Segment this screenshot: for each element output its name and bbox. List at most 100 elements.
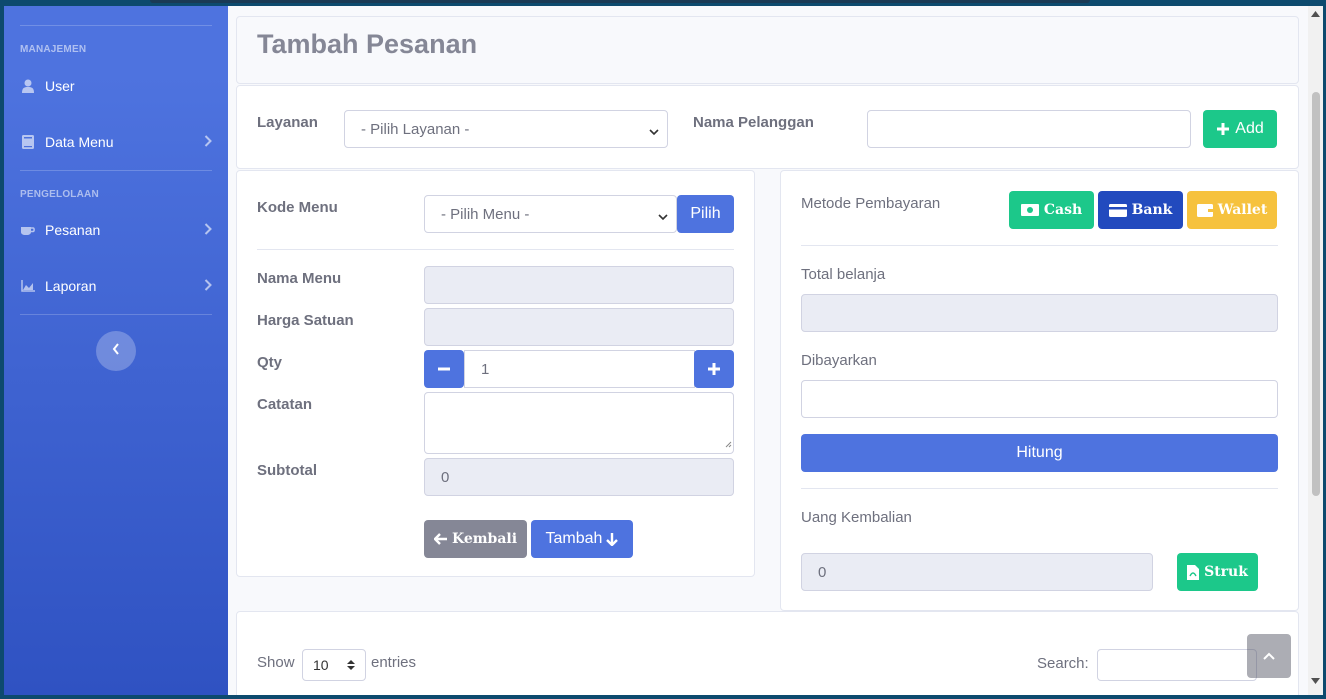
catatan-label: Catatan — [257, 396, 313, 413]
qty-label: Qty — [257, 354, 283, 371]
metode-pembayaran-label: Metode Pembayaran — [801, 195, 941, 212]
nama-pelanggan-input[interactable] — [867, 110, 1191, 148]
book-icon — [20, 135, 36, 149]
sidebar-divider — [20, 314, 212, 315]
chevron-up-icon — [1263, 652, 1275, 660]
chart-area-icon — [20, 280, 36, 292]
uang-kembalian-label: Uang Kembalian — [801, 509, 912, 526]
kode-menu-select-value: - Pilih Menu - — [441, 205, 530, 223]
sidebar-toggle-button[interactable] — [96, 331, 136, 371]
scroll-to-top-button[interactable] — [1247, 634, 1291, 678]
order-info-card: Layanan - Pilih Layanan - Nama Pelanggan… — [236, 85, 1299, 169]
minus-icon — [437, 362, 451, 376]
subtotal-field: 0 — [424, 458, 734, 496]
sidebar-item-user[interactable]: User — [20, 72, 212, 100]
qty-input[interactable]: 1 — [464, 350, 695, 388]
divider — [801, 245, 1278, 246]
catatan-textarea[interactable] — [424, 392, 734, 454]
kode-menu-label: Kode Menu — [257, 199, 338, 216]
cash-button[interactable]: Cash — [1009, 191, 1094, 229]
sidebar-item-data-menu[interactable]: Data Menu — [20, 128, 212, 156]
tambah-button-label: Tambah — [545, 530, 603, 547]
money-bill-icon — [1020, 204, 1039, 216]
chevron-right-icon — [204, 222, 212, 238]
sidebar-heading-manajemen: MANAJEMEN — [20, 44, 87, 55]
cash-button-label: Cash — [1043, 202, 1083, 218]
bank-button-label: Bank — [1131, 202, 1173, 218]
entries-select[interactable]: 10 — [302, 649, 366, 681]
sidebar-item-label: User — [45, 78, 75, 94]
hitung-button[interactable]: Hitung — [801, 434, 1278, 472]
pilih-button[interactable]: Pilih — [677, 195, 734, 233]
scroll-down-arrow-icon[interactable] — [1311, 678, 1320, 685]
chevron-down-icon — [658, 209, 668, 226]
nama-menu-label: Nama Menu — [257, 270, 342, 287]
sidebar-divider — [20, 170, 212, 171]
entries-select-value: 10 — [313, 657, 329, 673]
harga-satuan-field — [424, 308, 734, 346]
page-scrollbar[interactable] — [1308, 6, 1323, 695]
qty-decrease-button[interactable] — [424, 350, 464, 388]
divider — [257, 249, 734, 250]
page-title: Tambah Pesanan — [257, 29, 478, 59]
nama-pelanggan-label: Nama Pelanggan — [693, 114, 814, 131]
wallet-button-label: Wallet — [1217, 202, 1268, 218]
app-window: MANAJEMEN User Data Menu PENGELOLAAN Pes… — [4, 6, 1323, 695]
bank-button[interactable]: Bank — [1098, 191, 1183, 229]
add-button-label: Add — [1235, 120, 1264, 137]
sidebar-item-laporan[interactable]: Laporan — [20, 272, 212, 300]
coffee-icon — [20, 224, 36, 236]
scrollbar-thumb[interactable] — [1312, 92, 1320, 496]
payment-card: Metode Pembayaran Cash Bank Wallet Total… — [780, 170, 1299, 611]
sort-arrows-icon — [347, 659, 355, 671]
arrow-down-icon — [606, 532, 619, 546]
subtotal-label: Subtotal — [257, 462, 317, 479]
wallet-button[interactable]: Wallet — [1187, 191, 1277, 229]
plus-icon — [707, 362, 721, 376]
kembali-button[interactable]: Kembali — [424, 520, 527, 558]
divider — [801, 488, 1278, 489]
sidebar-item-pesanan[interactable]: Pesanan — [20, 216, 212, 244]
sidebar-divider — [20, 25, 212, 26]
show-label: Show — [257, 654, 295, 671]
sidebar-item-label: Laporan — [45, 278, 97, 294]
layanan-select[interactable]: - Pilih Layanan - — [344, 110, 668, 148]
window-top-edge — [150, 0, 1090, 3]
kembali-button-label: Kembali — [451, 531, 518, 547]
wallet-icon — [1196, 203, 1213, 217]
entries-label: entries — [371, 654, 417, 671]
credit-card-icon — [1108, 203, 1127, 217]
kode-menu-select[interactable]: - Pilih Menu - — [424, 195, 677, 233]
dibayarkan-input[interactable] — [801, 380, 1278, 418]
file-pdf-icon — [1187, 564, 1200, 580]
arrow-left-icon — [433, 533, 448, 545]
chevron-down-icon — [649, 124, 659, 141]
user-icon — [20, 79, 36, 93]
scroll-up-arrow-icon[interactable] — [1311, 10, 1320, 17]
sidebar: MANAJEMEN User Data Menu PENGELOLAAN Pes… — [4, 6, 228, 695]
harga-satuan-label: Harga Satuan — [257, 312, 354, 329]
sidebar-item-label: Data Menu — [45, 134, 114, 150]
search-input[interactable] — [1097, 649, 1257, 681]
dibayarkan-label: Dibayarkan — [801, 352, 877, 369]
struk-button-label: Struk — [1204, 564, 1248, 580]
struk-button[interactable]: Struk — [1177, 553, 1258, 591]
table-card: Show 10 entries Search: — [236, 611, 1299, 695]
page-header-card: Tambah Pesanan — [236, 16, 1299, 84]
search-label: Search: — [1037, 655, 1089, 672]
tambah-button[interactable]: Tambah — [531, 520, 633, 558]
total-belanja-label: Total belanja — [801, 266, 886, 283]
resize-handle-icon — [724, 435, 732, 453]
qty-increase-button[interactable] — [694, 350, 734, 388]
sidebar-item-label: Pesanan — [45, 222, 101, 238]
chevron-right-icon — [204, 134, 212, 150]
add-customer-button[interactable]: Add — [1203, 110, 1277, 148]
nama-menu-field — [424, 266, 734, 304]
layanan-select-value: - Pilih Layanan - — [361, 120, 470, 138]
total-belanja-field — [801, 294, 1278, 332]
layanan-label: Layanan — [257, 114, 318, 131]
menu-form-card: Kode Menu - Pilih Menu - Pilih Nama Menu… — [236, 170, 755, 577]
chevron-left-icon — [112, 342, 120, 360]
sidebar-heading-pengelolaan: PENGELOLAAN — [20, 189, 99, 200]
chevron-right-icon — [204, 278, 212, 294]
